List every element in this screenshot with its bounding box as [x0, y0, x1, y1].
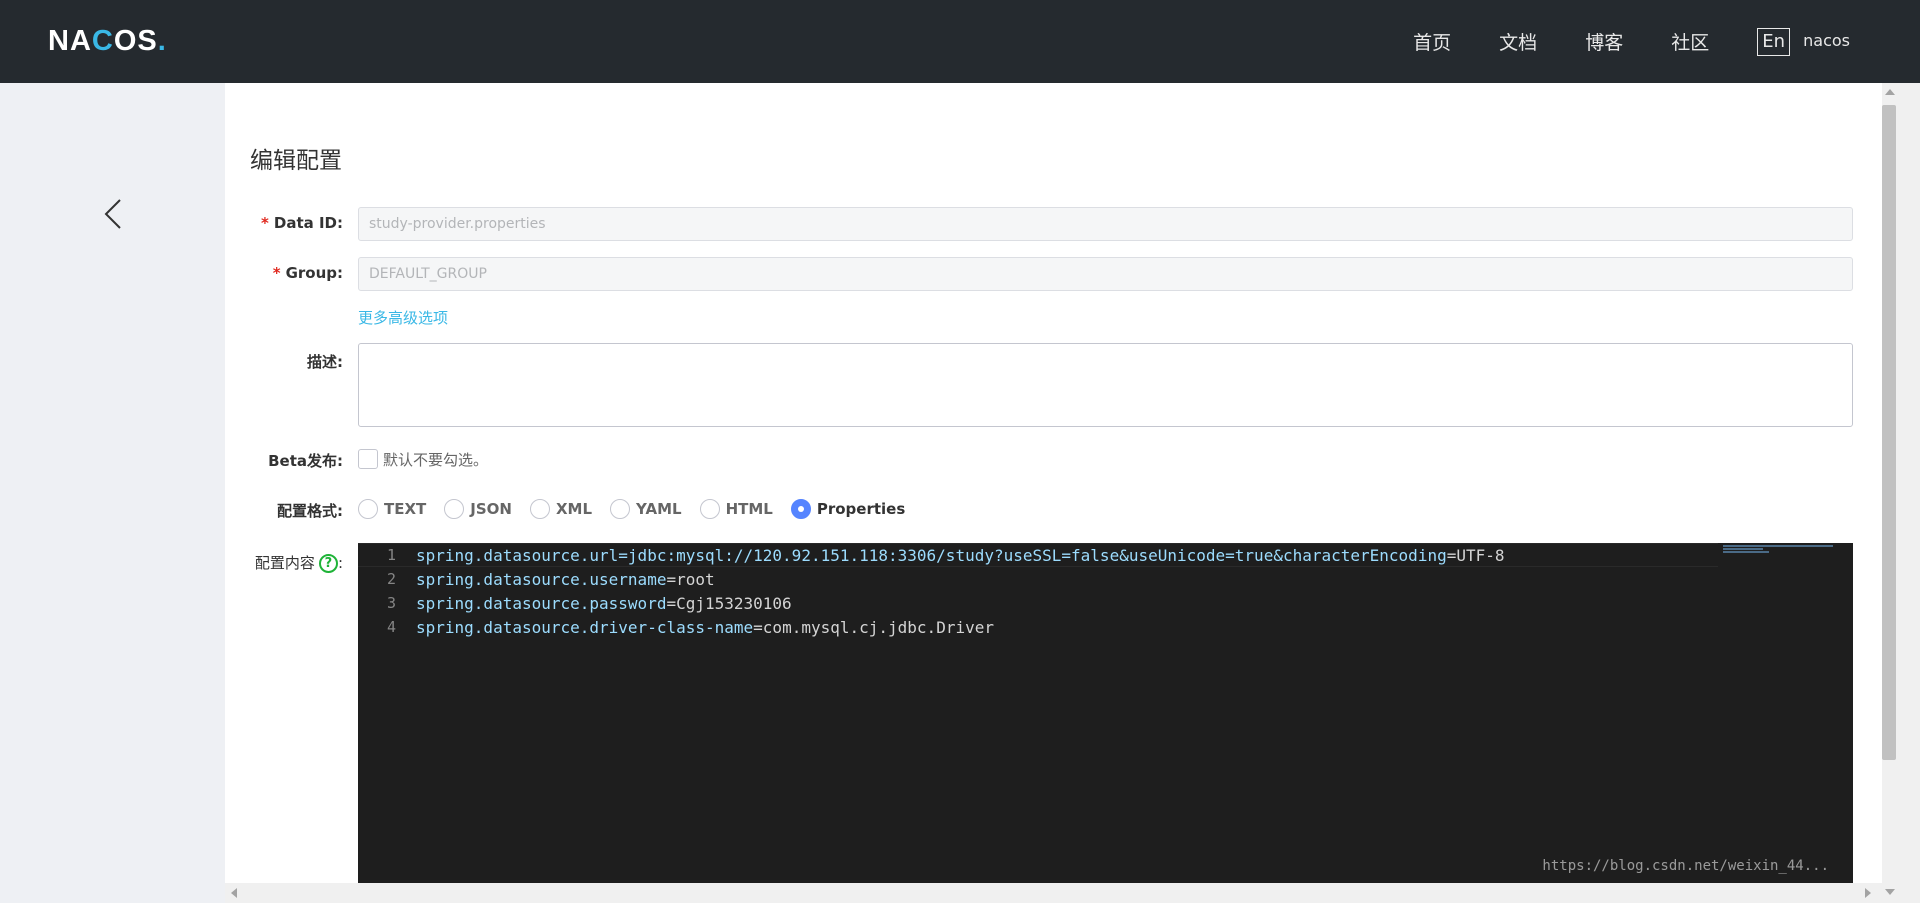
editor-line: 2 spring.datasource.username=root [358, 567, 1718, 591]
horizontal-scrollbar[interactable] [225, 883, 1882, 903]
edit-config-panel: 编辑配置 * Data ID: study-provider.properties… [225, 83, 1882, 886]
format-option-yaml[interactable]: YAML [610, 499, 682, 519]
top-navbar: NACOS. 首页 文档 博客 社区 En nacos [0, 0, 1920, 83]
editor-line: 3 spring.datasource.password=Cgj15323010… [358, 591, 1718, 615]
property-key: spring.datasource.password [416, 593, 667, 613]
property-value: UTF-8 [1456, 545, 1505, 565]
format-option-html[interactable]: HTML [699, 499, 773, 519]
line-number: 1 [386, 546, 396, 564]
property-value: Cgj153230106 [676, 593, 792, 613]
radio-circle[interactable] [610, 499, 631, 519]
page-title: 编辑配置 [250, 148, 342, 174]
scroll-left-icon[interactable] [231, 888, 237, 898]
property-key: spring.datasource.driver-class-name [416, 617, 754, 637]
beta-label: Beta发布: [268, 452, 343, 470]
property-key: spring.datasource.username [416, 569, 667, 589]
nav-blog[interactable]: 博客 [1585, 28, 1623, 55]
editor-line: 1 spring.datasource.url=jdbc:mysql://120… [358, 543, 1718, 567]
required-mark: * [261, 214, 269, 232]
property-value: com.mysql.cj.jdbc.Driver [762, 617, 994, 637]
group-label: * Group: [272, 264, 343, 282]
format-label: 配置格式: [277, 502, 343, 520]
line-number: 4 [386, 618, 396, 636]
line-number: 3 [386, 594, 396, 612]
description-textarea[interactable] [358, 343, 1853, 427]
help-icon[interactable]: ? [318, 554, 338, 573]
format-option-json[interactable]: JSON [444, 499, 512, 519]
group-field[interactable]: DEFAULT_GROUP [358, 257, 1853, 291]
radio-circle[interactable] [358, 499, 378, 519]
property-key: spring.datasource.url=jdbc:mysql://120.9… [416, 545, 1447, 565]
beta-hint: 默认不要勾选。 [383, 451, 489, 469]
content-label: 配置内容?: [254, 554, 343, 573]
format-option-xml[interactable]: XML [529, 499, 592, 519]
vertical-scroll-thumb[interactable] [1882, 105, 1896, 760]
watermark-text: https://blog.csdn.net/weixin_44... [1542, 858, 1829, 874]
format-radio-group: TEXT JSON XML YAML HTML Properties [358, 498, 923, 520]
radio-circle[interactable] [529, 499, 550, 519]
scroll-right-icon[interactable] [1865, 888, 1871, 898]
editor-line: 4 spring.datasource.driver-class-name=co… [358, 615, 1718, 639]
radio-circle[interactable] [444, 499, 465, 519]
beta-checkbox[interactable] [358, 449, 378, 469]
format-option-text[interactable]: TEXT [358, 499, 426, 519]
data-id-field[interactable]: study-provider.properties [358, 207, 1853, 241]
line-number: 2 [386, 570, 396, 588]
nav-community[interactable]: 社区 [1671, 28, 1709, 55]
language-switch-button[interactable]: En [1757, 27, 1790, 56]
code-editor[interactable]: 1 spring.datasource.url=jdbc:mysql://120… [358, 543, 1853, 886]
advanced-options-link[interactable]: 更多高级选项 [358, 307, 448, 328]
nav-docs[interactable]: 文档 [1499, 28, 1537, 55]
radio-circle[interactable] [699, 499, 720, 519]
scroll-down-icon[interactable] [1885, 889, 1895, 895]
description-label: 描述: [307, 353, 343, 371]
main-nav: 首页 文档 博客 社区 En [1365, 0, 1790, 83]
logo-text: NACOS. [48, 24, 167, 57]
nacos-logo[interactable]: NACOS. [48, 24, 167, 58]
property-value: root [676, 569, 715, 589]
required-mark: * [272, 264, 281, 282]
data-id-label: * Data ID: [261, 214, 343, 232]
scroll-up-icon[interactable] [1885, 89, 1895, 95]
editor-minimap[interactable] [1723, 545, 1833, 555]
radio-circle-selected[interactable] [790, 499, 811, 519]
user-name[interactable]: nacos [1803, 31, 1850, 50]
back-arrow-icon[interactable] [100, 196, 128, 232]
side-column [0, 83, 225, 903]
nav-home[interactable]: 首页 [1413, 28, 1451, 55]
format-option-properties[interactable]: Properties [790, 499, 905, 519]
